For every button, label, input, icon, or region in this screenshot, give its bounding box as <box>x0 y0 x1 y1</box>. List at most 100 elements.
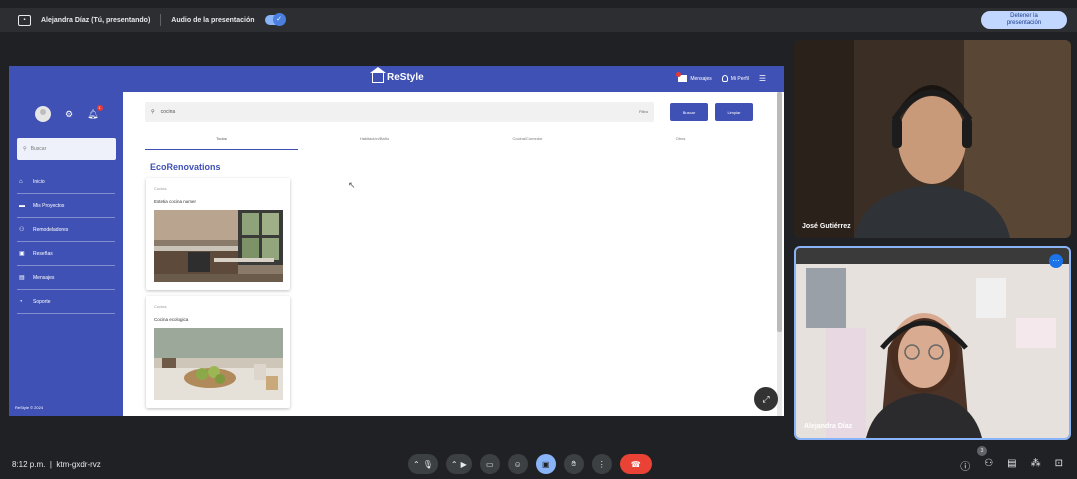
audio-label: Audio de la presentación <box>171 16 255 24</box>
home-icon: ⌂ <box>19 178 23 185</box>
header-messages-link[interactable]: Mensajes <box>676 72 712 82</box>
clear-button[interactable]: Limpiar <box>715 103 753 121</box>
camera-icon: ▶ <box>460 459 467 469</box>
scrollbar[interactable] <box>777 92 782 416</box>
emoji-icon: ☺ <box>513 459 522 469</box>
person-icon <box>721 75 728 82</box>
sidebar-item-mensajes[interactable]: ▤ Mensajes <box>17 266 115 290</box>
sidebar-item-soporte[interactable]: ◔ Soporte <box>17 290 115 314</box>
captions-button[interactable]: ▭ <box>479 454 500 474</box>
gear-icon[interactable]: ⚙ <box>65 109 73 120</box>
category-tabs: Todos Habitación/Baño Cocina/Comedor Otr… <box>145 136 757 150</box>
header-profile-link[interactable]: Mi Perfil <box>721 75 749 82</box>
raise-hand-button[interactable]: ✋︎ <box>563 454 584 474</box>
divider <box>160 14 162 26</box>
tab-todos[interactable]: Todos <box>145 136 298 150</box>
sidebar-item-label: Mensajes <box>33 274 55 281</box>
header-profile-label: Mi Perfil <box>730 75 749 82</box>
mic-button[interactable]: ⌃ 🎙︎ <box>408 454 438 474</box>
kitchen-image <box>154 210 283 282</box>
info-icon[interactable]: ⓘ <box>960 458 970 473</box>
sidebar-item-resenas[interactable]: ▣ Reseñas <box>17 242 115 266</box>
header-messages-label: Mensajes <box>690 75 712 82</box>
presenter-label: Alejandra Díaz (Tú, presentando) <box>41 16 151 24</box>
stop-label-2: presentación <box>1006 20 1042 26</box>
present-screen-icon: ▪ <box>18 14 31 26</box>
sidebar-item-label: Inicio <box>33 178 45 185</box>
stop-presenting-button[interactable]: Detener la presentación <box>981 11 1067 29</box>
house-icon <box>370 66 386 83</box>
sidebar: ⚙ 🔔︎ ⚲ Buscar ⌂ Inicio ▬ Mis Proyectos ⚇… <box>9 92 123 416</box>
search-icon: ⚲ <box>23 146 27 152</box>
more-options-icon[interactable]: … <box>1049 254 1063 268</box>
meeting-info: 8:12 p.m. | ktm-gxdr-rvz <box>12 460 101 469</box>
review-icon: ▣ <box>19 251 25 257</box>
scroll-thumb[interactable] <box>777 92 782 332</box>
sidebar-footer: ReStyle © 2024 <box>15 405 44 410</box>
activities-icon[interactable]: ⁂ <box>1031 458 1041 473</box>
brand-name: ReStyle <box>387 72 424 83</box>
project-card[interactable]: Cocina Cocina ecologica <box>146 296 290 408</box>
filter-label[interactable]: Filtro <box>639 109 648 114</box>
bell-icon[interactable]: 🔔︎ <box>87 104 104 120</box>
lock-icon[interactable]: ⊡ <box>1055 458 1063 473</box>
mouse-cursor-icon: ↖ <box>348 180 356 190</box>
time: 8:12 p.m. <box>12 460 46 469</box>
brand-logo[interactable]: ReStyle <box>370 66 424 83</box>
menu-icon[interactable]: ☰ <box>759 74 766 83</box>
sidebar-item-inicio[interactable]: ⌂ Inicio <box>17 170 115 194</box>
people-icon: ⚇ <box>19 227 25 233</box>
message-icon: ▤ <box>19 275 25 281</box>
floating-action-button[interactable]: ⤢ <box>754 387 778 411</box>
tab-otros[interactable]: Otros <box>604 136 757 150</box>
sidebar-item-label: Soporte <box>33 298 51 305</box>
app-header: ReStyle Mensajes Mi Perfil ☰ <box>9 66 784 92</box>
sidebar-item-label: Reseñas <box>33 250 53 257</box>
participant-name: José Gutiérrez <box>802 223 851 230</box>
hang-up-icon: ☎︎ <box>630 459 641 469</box>
search-input[interactable]: ⚲ cocina Filtro <box>145 102 654 122</box>
search-button[interactable]: Buscar <box>670 103 708 121</box>
more-options-button[interactable]: ⋮ <box>591 454 612 474</box>
avatar[interactable] <box>35 106 51 122</box>
main-content: ⚲ cocina Filtro Buscar Limpiar Todos Hab… <box>123 92 775 416</box>
card-title: Estetia cocina numer <box>154 199 197 204</box>
sidebar-search-input[interactable]: ⚲ Buscar <box>17 138 116 160</box>
participant-tile-jose[interactable]: José Gutiérrez <box>794 40 1071 238</box>
search-icon: ⚲ <box>151 109 155 115</box>
project-card[interactable]: Cocina Estetia cocina numer <box>146 178 290 290</box>
folder-icon: ▬ <box>19 202 25 209</box>
participant-count-badge: 3 <box>977 446 987 456</box>
present-icon: ▣ <box>541 459 550 469</box>
card-category: Cocina <box>154 304 167 309</box>
present-button[interactable]: ▣ <box>535 454 556 474</box>
tab-habitacion[interactable]: Habitación/Baño <box>298 136 451 150</box>
leave-call-button[interactable]: ☎︎ <box>619 454 652 474</box>
audio-toggle[interactable] <box>264 13 286 26</box>
chevron-up-icon: ⌃ <box>413 459 420 469</box>
tab-cocina[interactable]: Cocina/Comedor <box>451 136 604 150</box>
camera-button[interactable]: ⌃ ▶ <box>445 454 472 474</box>
presenting-bar: ▪ Alejandra Díaz (Tú, presentando) Audio… <box>0 8 1077 32</box>
company-name: EcoRenovations <box>150 162 221 172</box>
meeting-code: ktm-gxdr-rvz <box>56 460 101 469</box>
bottom-bar: 8:12 p.m. | ktm-gxdr-rvz ⌃ 🎙︎ ⌃ ▶ ▭ ☺ ▣ ✋︎… <box>0 446 1077 479</box>
search-value: cocina <box>160 109 176 115</box>
more-vert-icon: ⋮ <box>597 459 606 469</box>
sidebar-item-remodeladores[interactable]: ⚇ Remodeladores <box>17 218 115 242</box>
sidebar-item-label: Remodeladores <box>33 226 69 233</box>
emoji-button[interactable]: ☺ <box>507 454 528 474</box>
people-icon[interactable]: ⚇ <box>984 458 993 473</box>
shared-screen: ReStyle Mensajes Mi Perfil ☰ ⚙ 🔔︎ ⚲ Busc… <box>9 66 784 416</box>
card-category: Cocina <box>154 186 167 191</box>
captions-icon: ▭ <box>485 459 494 469</box>
participant-tile-alejandra[interactable]: … Alejandra Díaz <box>794 246 1071 440</box>
chevron-up-icon: ⌃ <box>450 459 458 469</box>
chat-icon[interactable]: ▤ <box>1007 458 1016 473</box>
participant-name: Alejandra Díaz <box>804 423 853 430</box>
sidebar-item-label: Mis Proyectos <box>33 202 65 209</box>
mic-icon: 🎙︎ <box>422 459 433 469</box>
card-title: Cocina ecologica <box>154 317 189 322</box>
sidebar-item-proyectos[interactable]: ▬ Mis Proyectos <box>17 194 115 218</box>
hand-icon: ✋︎ <box>571 459 576 468</box>
